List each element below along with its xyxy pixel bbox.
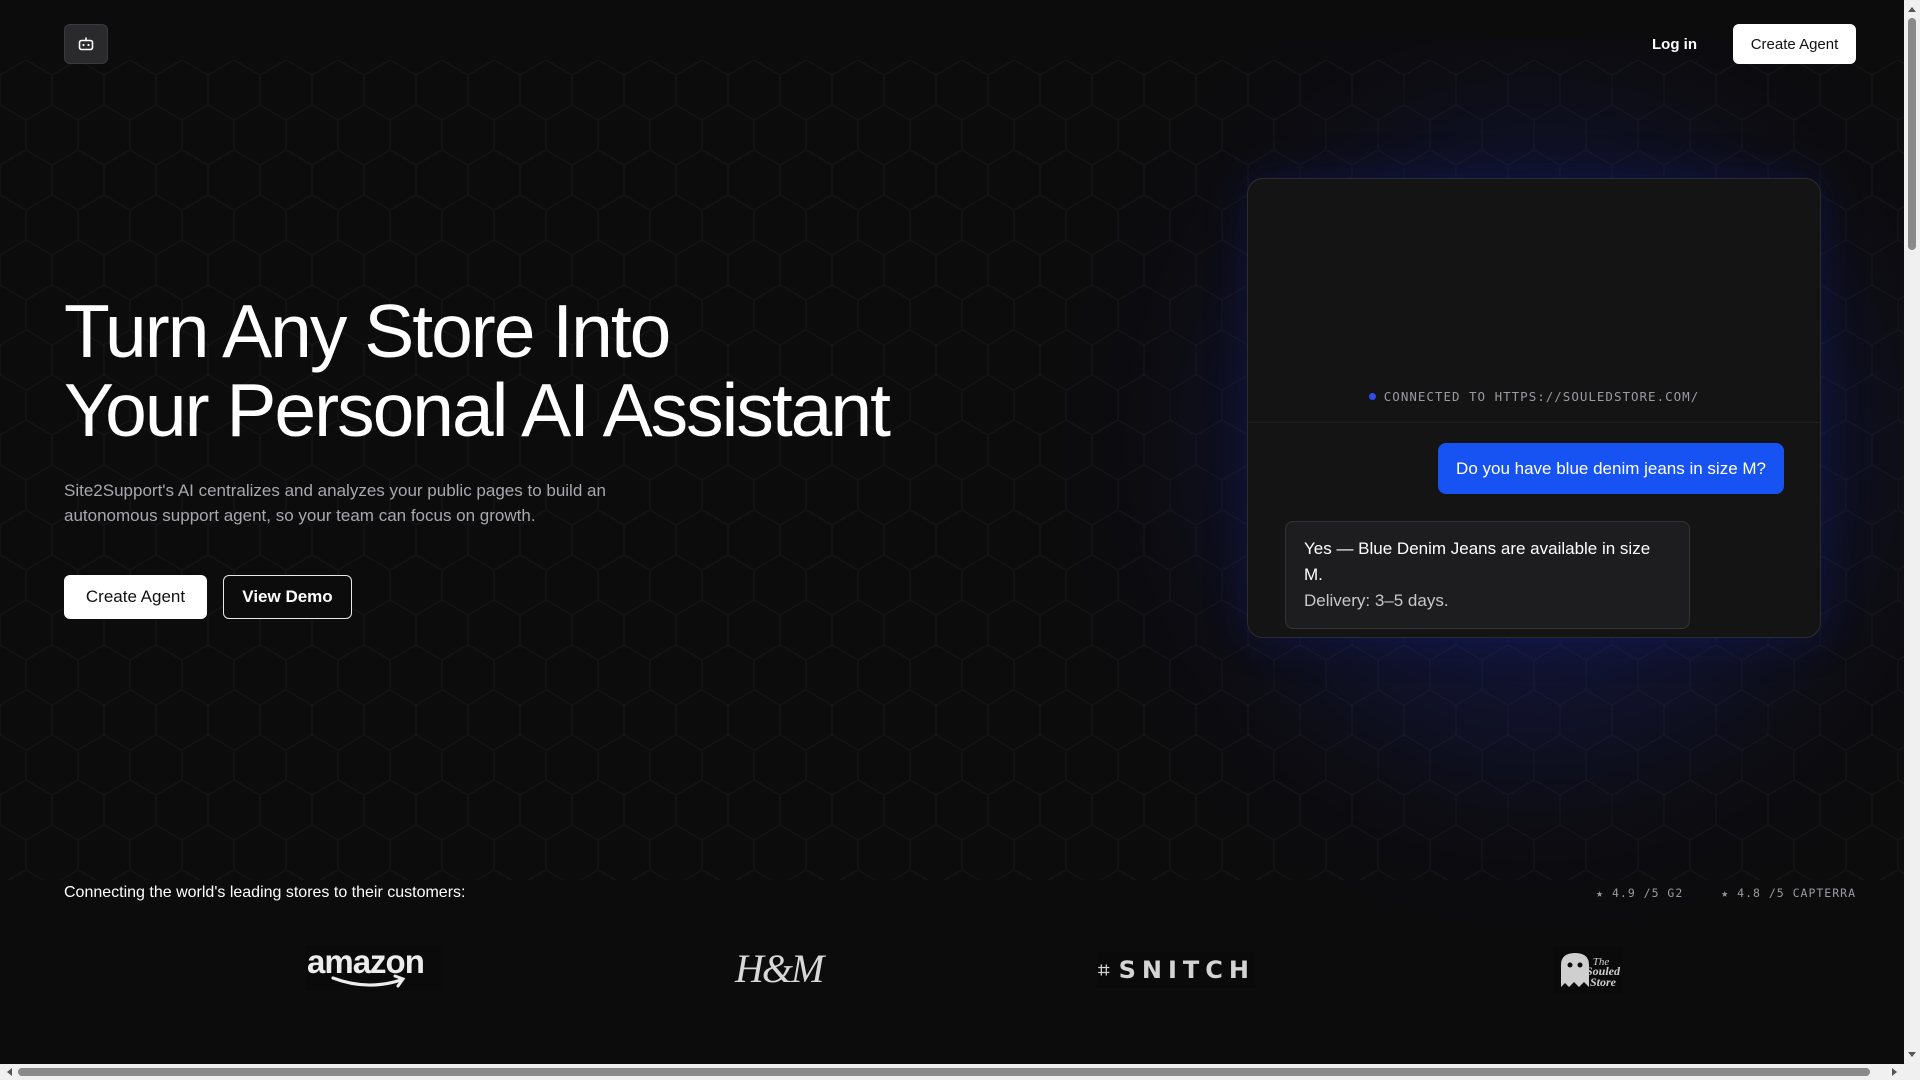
- ratings: ★ 4.9 /5 G2 ★ 4.8 /5 CAPTERRA: [1596, 886, 1856, 900]
- hero-title-line1: Turn Any Store Into: [64, 289, 671, 373]
- create-agent-button[interactable]: Create Agent: [64, 575, 207, 619]
- rating-capterra: ★ 4.8 /5 CAPTERRA: [1721, 886, 1856, 900]
- vertical-scrollbar[interactable]: [1904, 0, 1920, 1064]
- hm-logo: H&M: [735, 945, 824, 993]
- bot-icon: [78, 37, 94, 51]
- amazon-logo: amazon: [305, 943, 441, 991]
- page: Log in Create Agent Turn Any Store Into …: [0, 0, 1904, 1064]
- hero-subtitle-line1: Site2Support's AI centralizes and analyz…: [64, 481, 606, 500]
- divider: [1248, 422, 1820, 423]
- hm-logo-text: H&M: [735, 946, 824, 991]
- scroll-left-arrow-icon[interactable]: [2, 1064, 16, 1080]
- horizontal-scroll-thumb[interactable]: [18, 1068, 1870, 1076]
- hero-subtitle: Site2Support's AI centralizes and analyz…: [64, 478, 664, 528]
- scroll-up-arrow-icon[interactable]: [1904, 2, 1920, 16]
- logo-button[interactable]: [64, 24, 108, 64]
- hero-subtitle-line2: autonomous support agent, so your team c…: [64, 506, 536, 525]
- bot-message-bubble: Yes — Blue Denim Jeans are available in …: [1285, 521, 1690, 629]
- hash-icon: [1098, 964, 1110, 976]
- view-demo-button[interactable]: View Demo: [223, 575, 352, 619]
- connection-status: CONNECTED TO HTTPS://SOULEDSTORE.COM/: [1248, 389, 1820, 404]
- snitch-logo-text: SNITCH: [1118, 956, 1255, 984]
- rating-g2: ★ 4.9 /5 G2: [1596, 886, 1684, 900]
- snitch-logo: SNITCH: [1097, 952, 1255, 988]
- scrollbar-corner: [1904, 1064, 1920, 1080]
- bot-message-line1: Yes — Blue Denim Jeans are available in …: [1304, 539, 1651, 584]
- stores-heading: Connecting the world's leading stores to…: [64, 884, 466, 901]
- horizontal-scrollbar[interactable]: [0, 1064, 1904, 1080]
- login-link[interactable]: Log in: [1640, 24, 1709, 64]
- connection-status-text: CONNECTED TO HTTPS://SOULEDSTORE.COM/: [1383, 389, 1700, 404]
- svg-text:Store: Store: [1590, 975, 1617, 989]
- souled-store-ghost-icon: The Souled Store: [1553, 947, 1623, 993]
- scroll-down-arrow-icon[interactable]: [1904, 1048, 1920, 1062]
- user-message-bubble: Do you have blue denim jeans in size M?: [1438, 443, 1784, 494]
- create-agent-header-button[interactable]: Create Agent: [1733, 24, 1856, 64]
- hero-title-line2: Your Personal AI Assistant: [64, 368, 891, 452]
- scroll-right-arrow-icon[interactable]: [1888, 1064, 1902, 1080]
- status-dot-icon: [1368, 393, 1376, 400]
- hero-title: Turn Any Store Into Your Personal AI Ass…: [64, 292, 964, 450]
- souled-store-logo: The Souled Store: [1553, 947, 1623, 993]
- chat-preview-card: CONNECTED TO HTTPS://SOULEDSTORE.COM/ Do…: [1247, 178, 1821, 638]
- vertical-scroll-thumb[interactable]: [1908, 18, 1916, 250]
- amazon-smile-icon: [331, 974, 406, 988]
- bot-message-line2: Delivery: 3–5 days.: [1304, 591, 1449, 610]
